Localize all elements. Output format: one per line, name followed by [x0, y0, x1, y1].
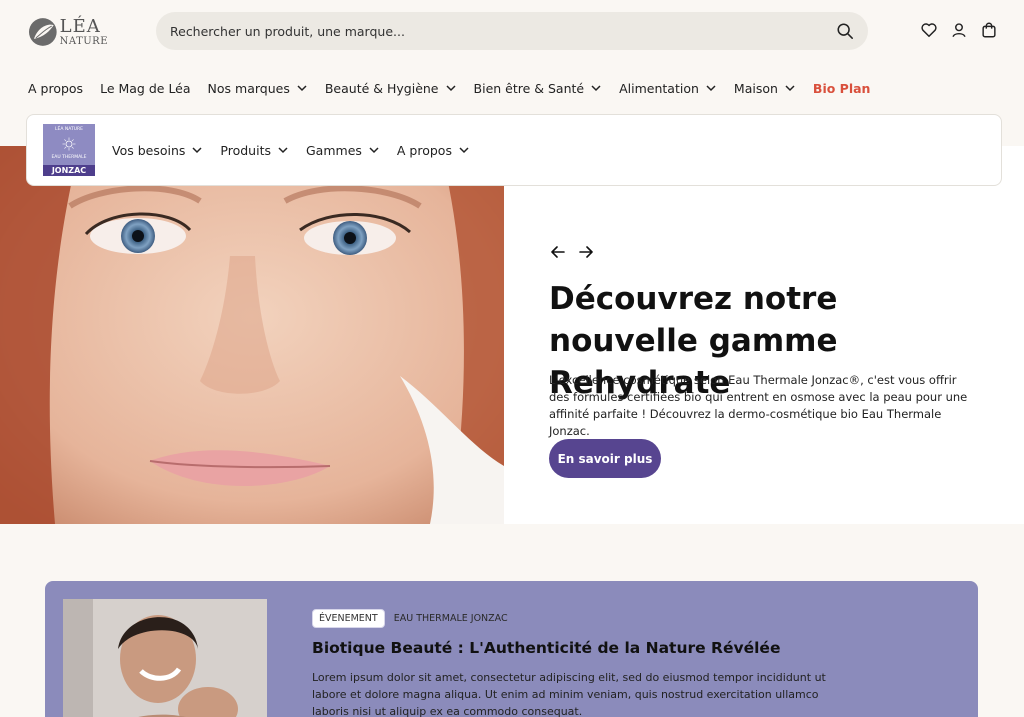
- event-title[interactable]: Biotique Beauté : L'Authenticité de la N…: [312, 639, 780, 657]
- user-icon[interactable]: [950, 21, 968, 39]
- eau-thermale-jonzac-logo[interactable]: LÉA NATURE EAU THERMALE JONZAC: [43, 124, 95, 176]
- search-icon[interactable]: [836, 22, 854, 40]
- nav-item-mag-de-lea[interactable]: Le Mag de Léa: [100, 78, 190, 98]
- nav-item-maison[interactable]: Maison: [734, 78, 796, 98]
- arrow-left-icon[interactable]: [550, 244, 566, 260]
- chevron-down-icon: [369, 147, 379, 154]
- heart-icon[interactable]: [920, 21, 938, 39]
- lea-nature-logo[interactable]: LÉA NATURE: [28, 14, 108, 50]
- nav-item-a-propos[interactable]: A propos: [28, 78, 83, 98]
- header-actions: [920, 21, 998, 39]
- search-input[interactable]: [170, 23, 836, 39]
- hero-banner: Découvrez notre nouvelle gamme Rehydrate…: [0, 146, 1024, 524]
- chevron-down-icon: [278, 147, 288, 154]
- subnav-item-gammes[interactable]: Gammes: [306, 143, 380, 158]
- leaf-logo-icon: [28, 18, 57, 46]
- logo-wordmark: LÉA: [59, 15, 101, 37]
- brand-logo-line1: LÉA NATURE: [55, 127, 83, 132]
- chevron-down-icon: [591, 85, 601, 92]
- event-image: [63, 599, 267, 717]
- main-navigation: A propos Le Mag de Léa Nos marques Beaut…: [28, 78, 887, 98]
- subnav-item-vos-besoins[interactable]: Vos besoins: [112, 143, 203, 158]
- sun-logo-icon: [62, 137, 76, 151]
- event-brand: EAU THERMALE JONZAC: [393, 613, 508, 624]
- event-description: Lorem ipsum dolor sit amet, consectetur …: [312, 671, 826, 717]
- brand-subnav: LÉA NATURE EAU THERMALE JONZAC Vos besoi…: [26, 114, 1002, 186]
- search-bar[interactable]: [156, 12, 868, 50]
- chevron-down-icon: [445, 85, 456, 92]
- brand-logo-line3: JONZAC: [43, 164, 95, 176]
- chevron-down-icon: [785, 85, 795, 92]
- chevron-down-icon: [297, 85, 307, 92]
- brand-logo-line2: EAU THERMALE: [51, 155, 87, 161]
- event-type-badge: ÉVENEMENT: [312, 609, 385, 628]
- hero-image: [0, 146, 504, 524]
- nav-item-nos-marques[interactable]: Nos marques: [208, 78, 308, 98]
- nav-item-bien-etre-sante[interactable]: Bien être & Santé: [474, 78, 603, 98]
- logo-subtitle: NATURE: [59, 35, 108, 47]
- chevron-down-icon: [192, 147, 202, 154]
- event-card[interactable]: ÉVENEMENT EAU THERMALE JONZAC Biotique B…: [45, 581, 978, 717]
- event-meta: ÉVENEMENT EAU THERMALE JONZAC: [312, 609, 508, 628]
- nav-item-alimentation[interactable]: Alimentation: [619, 78, 717, 98]
- arrow-right-icon[interactable]: [578, 244, 594, 260]
- chevron-down-icon: [706, 85, 716, 92]
- nav-item-bio-plan[interactable]: Bio Plan: [813, 78, 871, 98]
- nav-item-beaute-hygiene[interactable]: Beauté & Hygiène: [325, 78, 457, 98]
- subnav-item-a-propos[interactable]: A propos: [397, 143, 470, 158]
- hero-description: L'excellence cosmétique selon Eau Therma…: [549, 373, 968, 438]
- subnav-item-produits[interactable]: Produits: [220, 143, 289, 158]
- cart-icon[interactable]: [980, 21, 998, 39]
- carousel-controls: [550, 244, 594, 260]
- chevron-down-icon: [459, 147, 469, 154]
- en-savoir-plus-button[interactable]: En savoir plus: [549, 439, 661, 478]
